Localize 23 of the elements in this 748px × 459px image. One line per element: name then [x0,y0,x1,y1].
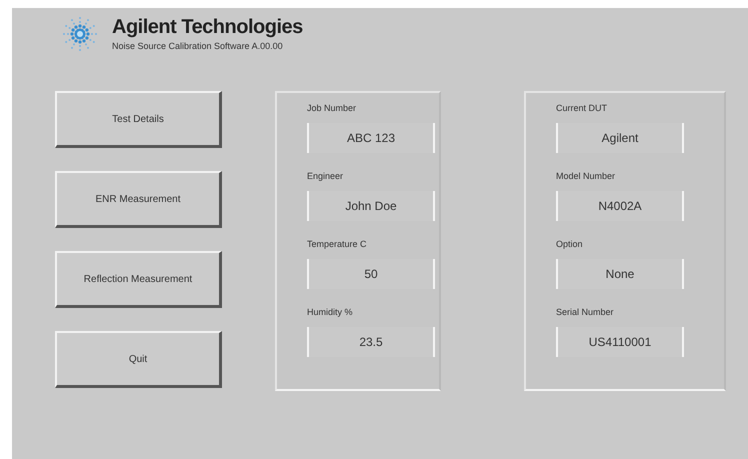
field-label: Current DUT [556,103,608,115]
company-name: Agilent Technologies [112,16,303,39]
value-field[interactable]: 50 [307,259,435,289]
field-label: Humidity % [307,307,354,319]
field-label: Temperature C [307,239,368,251]
value-field[interactable]: US4110001 [556,327,684,357]
value-field[interactable]: Agilent [556,123,684,153]
value-field[interactable]: 23.5 [307,327,435,357]
menu-button[interactable]: Quit [55,331,222,388]
menu-button[interactable]: ENR Measurement [55,171,222,228]
menu-button[interactable]: Test Details [55,91,222,148]
field-label: Serial Number [556,307,615,319]
field-label: Job Number [307,103,358,115]
value-field[interactable]: None [556,259,684,289]
logo-icon [60,16,100,50]
field-label: Model Number [556,171,616,183]
value-field[interactable]: N4002A [556,191,684,221]
field-label: Option [556,239,584,251]
software-subtitle: Noise Source Calibration Software A.00.00 [112,41,284,51]
menu-button[interactable]: Reflection Measurement [55,251,222,308]
value-field[interactable]: ABC 123 [307,123,435,153]
field-label: Engineer [307,171,344,183]
value-field[interactable]: John Doe [307,191,435,221]
